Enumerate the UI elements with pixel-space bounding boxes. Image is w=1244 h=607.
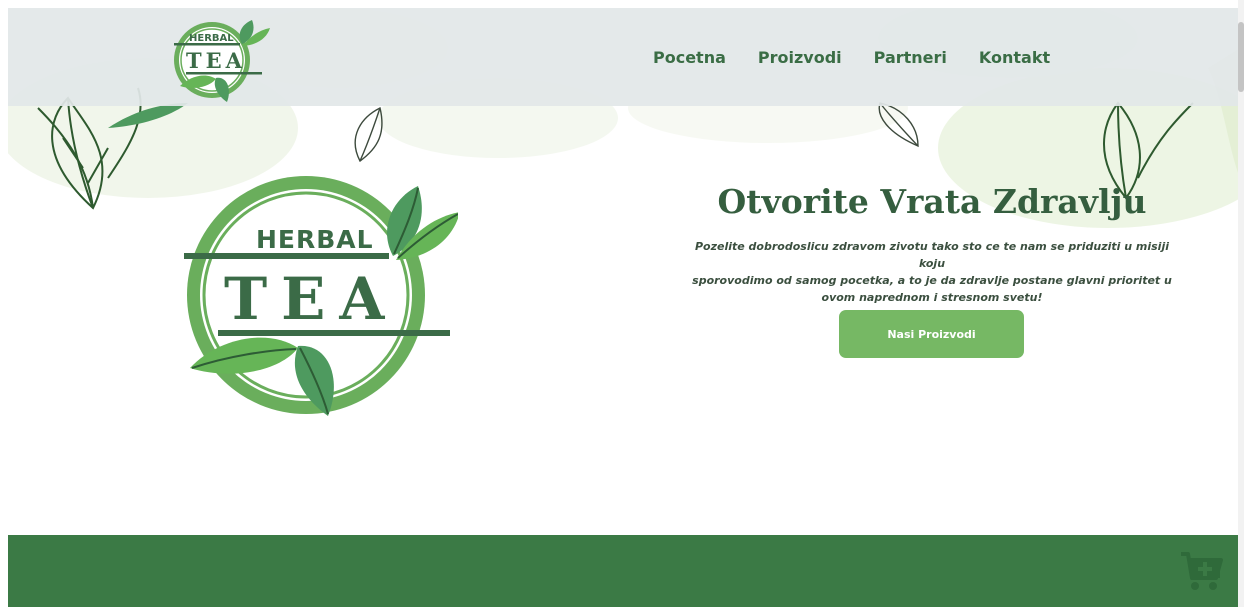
green-section-band xyxy=(8,535,1240,607)
hero-logo: HERBAL TEA xyxy=(184,176,458,416)
hero-description-line: Pozelite dobrodoslicu zdravom zivotu tak… xyxy=(694,240,1169,270)
cart-plus-icon[interactable] xyxy=(1178,548,1224,594)
scrollbar-thumb[interactable] xyxy=(1238,22,1244,92)
hero-description-line: sporovodimo od samog pocetka, a to je da… xyxy=(692,274,1172,287)
top-navbar: HERBAL TEA Pocetna Proizvodi Partneri Ko… xyxy=(8,8,1240,106)
hero-description-line: ovom naprednom i stresnom svetu! xyxy=(821,291,1043,304)
hero-title: Otvorite Vrata Zdravlju xyxy=(717,182,1147,221)
our-products-button[interactable]: Nasi Proizvodi xyxy=(839,310,1024,358)
nav-link-partneri[interactable]: Partneri xyxy=(874,48,947,67)
page: HERBAL TEA Otvorite Vrata Zdravlju Pozel… xyxy=(0,0,1244,607)
nav-link-kontakt[interactable]: Kontakt xyxy=(979,48,1050,67)
nav-link-pocetna[interactable]: Pocetna xyxy=(653,48,726,67)
nav-logo[interactable]: HERBAL TEA xyxy=(172,14,272,104)
nav-links: Pocetna Proizvodi Partneri Kontakt xyxy=(653,48,1050,67)
nav-logo-tea-text: TEA xyxy=(186,48,246,73)
nav-logo-herbal-text: HERBAL xyxy=(189,33,234,44)
hero-logo-tea-text: TEA xyxy=(224,265,398,333)
hero-logo-herbal-text: HERBAL xyxy=(256,225,374,254)
page-scrollbar[interactable] xyxy=(1238,0,1244,607)
hero-description: Pozelite dobrodoslicu zdravom zivotu tak… xyxy=(682,238,1182,306)
nav-link-proizvodi[interactable]: Proizvodi xyxy=(758,48,842,67)
